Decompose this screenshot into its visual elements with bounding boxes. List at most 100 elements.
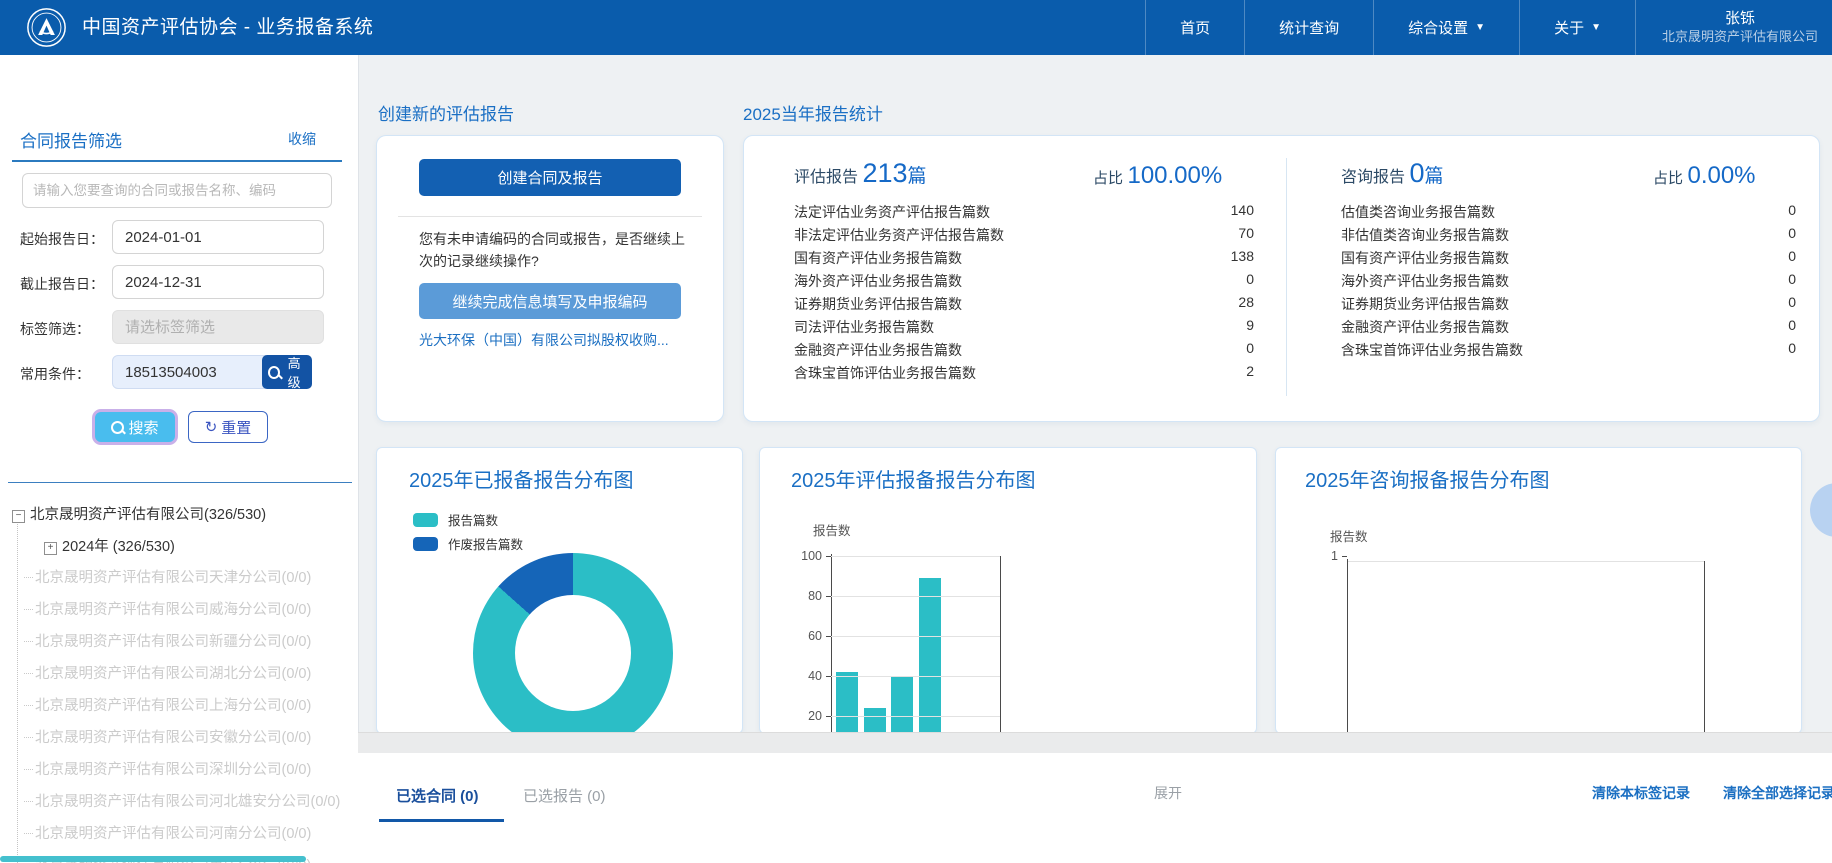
y-axis-label: 报告数 <box>1330 526 1368 545</box>
gridline <box>831 596 1000 597</box>
stat-row: 海外资产评估业务报告篇数0 <box>794 271 1254 291</box>
app-root: 中国资产评估协会 - 业务报备系统 首页 统计查询 综合设置▼ 关于▼ 张铄 北… <box>0 0 1832 863</box>
app-title: 中国资产评估协会 - 业务报备系统 <box>82 0 373 55</box>
advanced-button[interactable]: 高级 <box>262 355 312 389</box>
filter-sidebar: 合同报告筛选 收缩 起始报告日： 截止报告日： 标签筛选： 常用条件： 高级 搜… <box>0 55 359 863</box>
y-tick-mark <box>826 636 831 637</box>
eval-report-ratio: 占比 100.00% <box>1093 162 1222 190</box>
continue-fill-button[interactable]: 继续完成信息填写及申报编码 <box>419 283 681 319</box>
start-date-label: 起始报告日： <box>20 229 104 249</box>
collapse-box-icon[interactable]: − <box>12 510 25 523</box>
eval-report-header: 评估报告 213篇 <box>794 158 927 189</box>
legend-item[interactable]: 作废报告篇数 <box>413 534 523 553</box>
nav-menu: 首页 统计查询 综合设置▼ 关于▼ 张铄 北京晟明资产评估有限公司 <box>1145 0 1832 55</box>
create-report-card: 创建合同及报告 您有未申请编码的合同或报告，是否继续上次的记录继续操作? 继续完… <box>376 135 724 422</box>
y-tick-mark <box>826 596 831 597</box>
tag-filter-label: 标签筛选： <box>20 319 90 339</box>
clear-tab-records-link[interactable]: 清除本标签记录 <box>1592 783 1690 803</box>
bar <box>919 578 941 733</box>
common-condition-label: 常用条件： <box>20 364 90 384</box>
create-contract-report-button[interactable]: 创建合同及报告 <box>419 159 681 196</box>
expand-link[interactable]: 展开 <box>1154 783 1182 803</box>
reset-button[interactable]: ↻重置 <box>188 411 268 443</box>
stat-row: 法定评估业务资产评估报告篇数140 <box>794 202 1254 222</box>
bar-chart-plot: 10080604020 <box>760 448 1256 733</box>
stat-row: 证券期货业务评估报告篇数28 <box>794 294 1254 314</box>
legend-swatch-reports <box>413 513 438 527</box>
eval-report-count: 213 <box>862 158 907 188</box>
legend-swatch-voided <box>413 537 438 551</box>
tree-guide-line <box>17 521 18 863</box>
stat-row: 含珠宝首饰评估业务报告篇数2 <box>794 363 1254 383</box>
top-navbar: 中国资产评估协会 - 业务报备系统 首页 统计查询 综合设置▼ 关于▼ 张铄 北… <box>0 0 1832 55</box>
y-axis-line <box>1347 559 1348 733</box>
tree-node-branch[interactable]: 北京晟明资产评估有限公司天津分公司(0/0) <box>24 566 311 587</box>
y-tick-mark <box>826 676 831 677</box>
association-logo-icon <box>26 7 67 48</box>
tree-node-root[interactable]: −北京晟明资产评估有限公司(326/530) <box>12 503 266 524</box>
bar <box>864 708 886 733</box>
y-tick-label: 80 <box>788 589 822 603</box>
end-date-label: 截止报告日： <box>20 274 104 294</box>
y-tick-label: 100 <box>788 549 822 563</box>
tree-node-branch[interactable]: 北京晟明资产评估有限公司深圳分公司(0/0) <box>24 758 311 779</box>
magnifier-icon <box>111 421 124 434</box>
empty-chart-title: 2025年咨询报备报告分布图 <box>1305 464 1550 493</box>
tab-selected-contracts[interactable]: 已选合同 (0) <box>396 785 479 806</box>
expand-box-icon[interactable]: + <box>44 542 57 555</box>
tree-divider <box>8 482 352 483</box>
tree-node-branch[interactable]: 北京晟明资产评估有限公司上海分公司(0/0) <box>24 694 311 715</box>
plot-right-border <box>1704 561 1705 733</box>
collapse-link[interactable]: 收缩 <box>288 129 316 149</box>
end-date-field[interactable] <box>112 265 324 299</box>
donut-chart-title: 2025年已报备报告分布图 <box>409 464 634 493</box>
tree-node-branch[interactable]: 北京晟明资产评估有限公司安徽分公司(0/0) <box>24 726 311 747</box>
annual-stats-card: 评估报告 213篇 占比 100.00% 法定评估业务资产评估报告篇数140 非… <box>743 135 1820 422</box>
y-tick-mark <box>826 556 831 557</box>
search-input[interactable] <box>22 173 332 208</box>
tab-selected-reports[interactable]: 已选报告 (0) <box>523 785 606 806</box>
stat-row: 海外资产评估业务报告篇数0 <box>1341 271 1796 291</box>
tag-filter-field[interactable] <box>112 310 324 344</box>
common-condition-field[interactable] <box>112 355 270 389</box>
legend-item[interactable]: 报告篇数 <box>413 510 498 529</box>
stat-row: 国有资产评估业务报告篇数0 <box>1341 248 1796 268</box>
org-tree: −北京晟明资产评估有限公司(326/530) +2024年 (326/530) … <box>0 493 358 863</box>
consult-filed-chart-card: 2025年咨询报备报告分布图 报告数 1 <box>1275 447 1802 734</box>
bar-chart-bars <box>760 448 1256 733</box>
gridline <box>831 676 1000 677</box>
donut-hole <box>515 595 631 711</box>
stat-row: 非法定评估业务资产评估报告篇数70 <box>794 225 1254 245</box>
magnifier-icon <box>268 366 280 379</box>
nav-item-settings[interactable]: 综合设置▼ <box>1373 0 1519 55</box>
stat-row: 金融资产评估业务报告篇数0 <box>1341 317 1796 337</box>
consult-report-count: 0 <box>1409 158 1424 188</box>
refresh-icon: ↻ <box>205 418 218 436</box>
search-button[interactable]: 搜索 <box>92 409 178 445</box>
bottom-gap-strip <box>358 732 1832 755</box>
active-tab-underline <box>379 819 504 822</box>
user-account[interactable]: 张铄 北京晟明资产评估有限公司 <box>1635 0 1832 55</box>
start-date-field[interactable] <box>112 220 324 254</box>
stat-row: 国有资产评估业务报告篇数138 <box>794 248 1254 268</box>
sidebar-scrollbar[interactable] <box>0 856 306 862</box>
user-name: 张铄 <box>1725 9 1755 28</box>
clear-all-records-link[interactable]: 清除全部选择记录 <box>1723 783 1832 803</box>
tree-node-branch[interactable]: 北京晟明资产评估有限公司河南分公司(0/0) <box>24 822 311 843</box>
user-company: 北京晟明资产评估有限公司 <box>1662 28 1818 46</box>
nav-item-about[interactable]: 关于▼ <box>1519 0 1635 55</box>
y-tick-label: 1 <box>1304 549 1338 563</box>
nav-item-stats-query[interactable]: 统计查询 <box>1244 0 1373 55</box>
tree-node-branch[interactable]: 北京晟明资产评估有限公司湖北分公司(0/0) <box>24 662 311 683</box>
draft-report-link[interactable]: 光大环保（中国）有限公司拟股权收购... <box>419 330 699 350</box>
consult-report-header: 咨询报告 0篇 <box>1341 158 1444 189</box>
floating-helper-button[interactable] <box>1810 483 1832 537</box>
filed-report-chart-card: 2025年已报备报告分布图 报告篇数 作废报告篇数 <box>376 447 743 734</box>
consult-report-ratio: 占比 0.00% <box>1653 162 1756 190</box>
tree-node-branch[interactable]: 北京晟明资产评估有限公司河北雄安分公司(0/0) <box>24 790 340 811</box>
tree-node-branch[interactable]: 北京晟明资产评估有限公司新疆分公司(0/0) <box>24 630 311 651</box>
tree-node-branch[interactable]: 北京晟明资产评估有限公司威海分公司(0/0) <box>24 598 311 619</box>
stats-section-title: 2025当年报告统计 <box>743 100 883 125</box>
nav-item-home[interactable]: 首页 <box>1145 0 1244 55</box>
tree-node-2024[interactable]: +2024年 (326/530) <box>44 535 175 556</box>
